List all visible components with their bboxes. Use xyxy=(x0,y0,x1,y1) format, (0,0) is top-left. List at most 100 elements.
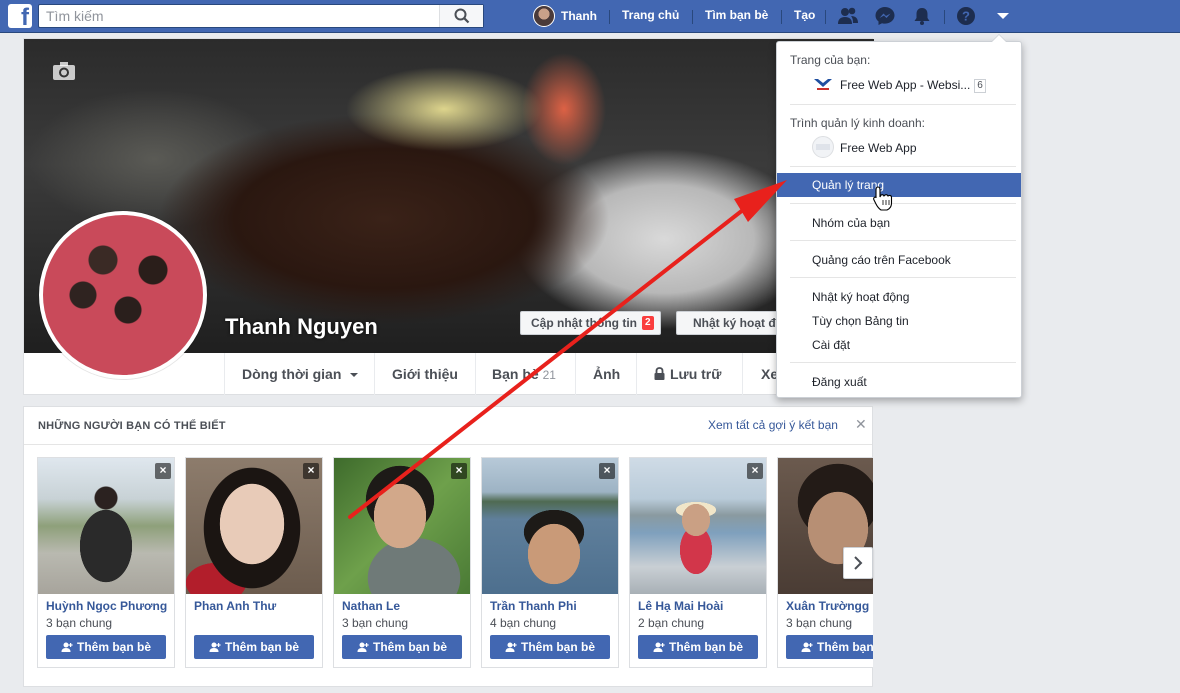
add-friend-icon xyxy=(61,642,73,652)
menu-business-item[interactable]: Free Web App xyxy=(840,141,917,155)
pymk-header: NHỮNG NGƯỜI BẠN CÓ THỂ BIẾT Xem tất cả g… xyxy=(24,407,872,445)
add-friend-button[interactable]: Thêm bạn bè xyxy=(786,635,873,659)
suggestion-photo[interactable] xyxy=(186,458,322,594)
dismiss-suggestion-icon[interactable]: × xyxy=(747,463,763,479)
svg-text:?: ? xyxy=(962,9,970,24)
search-icon xyxy=(454,8,470,24)
menu-divider xyxy=(790,203,1016,204)
add-friend-icon xyxy=(505,642,517,652)
nav-create-link[interactable]: Tạo xyxy=(794,8,815,22)
nav-divider xyxy=(781,10,782,24)
camera-icon[interactable] xyxy=(52,61,76,81)
menu-divider xyxy=(790,166,1016,167)
add-friend-button[interactable]: Thêm bạn bè xyxy=(638,635,758,659)
suggestion-name[interactable]: Huỳnh Ngọc Phương xyxy=(46,599,171,613)
page-logo-icon xyxy=(812,73,834,95)
suggestion-name[interactable]: Trần Thanh Phi xyxy=(490,599,615,613)
suggestion-name[interactable]: Phan Anh Thư xyxy=(194,599,319,613)
nav-divider xyxy=(825,10,826,24)
business-manager-heading: Trình quản lý kinh doanh: xyxy=(790,116,925,130)
add-friend-icon xyxy=(653,642,665,652)
facebook-logo-icon[interactable]: f xyxy=(8,4,32,30)
suggestion-name[interactable]: Xuân Trườngg xyxy=(786,599,873,613)
mutual-friends[interactable]: 2 bạn chung xyxy=(638,616,704,630)
menu-page-item[interactable]: Free Web App - Websi... 6 xyxy=(840,78,986,93)
add-friend-button[interactable]: Thêm bạn bè xyxy=(46,635,166,659)
people-you-may-know: NHỮNG NGƯỜI BẠN CÓ THỂ BIẾT Xem tất cả g… xyxy=(23,406,873,687)
dismiss-suggestion-icon[interactable]: × xyxy=(599,463,615,479)
suggestion-card: × Phan Anh Thư Thêm bạn bè xyxy=(185,457,323,668)
tab-about[interactable]: Giới thiệu xyxy=(392,353,458,395)
close-icon[interactable]: ✕ xyxy=(855,416,867,433)
suggestion-photo[interactable] xyxy=(334,458,470,594)
tab-about-label: Giới thiệu xyxy=(392,366,458,382)
add-friend-button[interactable]: Thêm bạn bè xyxy=(342,635,462,659)
tab-photos-label: Ảnh xyxy=(593,366,621,382)
suggestion-card: × Nathan Le 3 bạn chung Thêm bạn bè xyxy=(333,457,471,668)
suggestion-name[interactable]: Lê Hạ Mai Hoài xyxy=(638,599,763,613)
nav-find-friends-link[interactable]: Tìm bạn bè xyxy=(705,8,768,22)
search-button[interactable] xyxy=(439,5,483,27)
mutual-friends[interactable]: 3 bạn chung xyxy=(786,616,852,630)
suggestion-photo[interactable] xyxy=(630,458,766,594)
profile-header: Thanh Nguyen Cập nhật thông tin 2 Nhật k… xyxy=(23,38,874,395)
add-friend-button[interactable]: Thêm bạn bè xyxy=(490,635,610,659)
page-notification-count: 6 xyxy=(974,78,986,93)
account-menu-chevron-down-icon[interactable] xyxy=(992,6,1014,26)
tab-archive[interactable]: Lưu trữ xyxy=(654,353,721,395)
notifications-bell-icon[interactable] xyxy=(911,6,933,26)
next-suggestions-button[interactable] xyxy=(843,547,873,579)
menu-item-ads[interactable]: Quảng cáo trên Facebook xyxy=(812,253,951,267)
dismiss-suggestion-icon[interactable]: × xyxy=(451,463,467,479)
suggestion-card: × Huỳnh Ngọc Phương 3 bạn chung Thêm bạn… xyxy=(37,457,175,668)
your-pages-heading: Trang của bạn: xyxy=(790,53,871,67)
caret-down-icon xyxy=(350,373,359,377)
menu-item-activity-log[interactable]: Nhật ký hoạt động xyxy=(812,290,909,304)
add-friend-label: Thêm bạn bè xyxy=(668,640,743,654)
tab-friends[interactable]: Bạn bè 21 xyxy=(492,353,556,395)
help-icon[interactable]: ? xyxy=(955,6,977,26)
add-friend-icon xyxy=(357,642,369,652)
tab-divider xyxy=(742,353,743,395)
update-info-button[interactable]: Cập nhật thông tin 2 xyxy=(520,311,661,335)
menu-item-manage-pages[interactable]: Quản lý trang xyxy=(777,173,1021,197)
nav-home-link[interactable]: Trang chủ xyxy=(622,8,679,22)
tab-timeline[interactable]: Dòng thời gian xyxy=(242,353,359,395)
menu-item-news-feed-preferences[interactable]: Tùy chọn Bảng tin xyxy=(812,314,909,328)
friend-requests-icon[interactable] xyxy=(837,6,859,26)
suggestion-card: × Trần Thanh Phi 4 bạn chung Thêm bạn bè xyxy=(481,457,619,668)
suggestion-name[interactable]: Nathan Le xyxy=(342,599,467,613)
add-friend-button[interactable]: Thêm bạn bè xyxy=(194,635,314,659)
profile-picture[interactable] xyxy=(39,211,207,379)
see-all-suggestions-link[interactable]: Xem tất cả gợi ý kết bạn xyxy=(708,418,838,432)
suggestion-photo[interactable] xyxy=(38,458,174,594)
add-friend-icon xyxy=(801,642,813,652)
menu-item-your-groups[interactable]: Nhóm của bạn xyxy=(812,216,890,230)
add-friend-label: Thêm bạn bè xyxy=(76,640,151,654)
pymk-title: NHỮNG NGƯỜI BẠN CÓ THỂ BIẾT xyxy=(38,420,226,432)
add-friend-label: Thêm bạn bè xyxy=(372,640,447,654)
search-input[interactable] xyxy=(39,5,439,27)
suggestion-cards: × Huỳnh Ngọc Phương 3 bạn chung Thêm bạn… xyxy=(37,457,873,668)
menu-item-logout[interactable]: Đăng xuất xyxy=(812,375,867,389)
menu-divider xyxy=(790,277,1016,278)
mutual-friends[interactable]: 4 bạn chung xyxy=(490,616,556,630)
tab-friends-label: Bạn bè xyxy=(492,366,539,382)
dismiss-suggestion-icon[interactable]: × xyxy=(155,463,171,479)
update-info-label: Cập nhật thông tin xyxy=(531,316,637,330)
suggestion-photo[interactable] xyxy=(482,458,618,594)
lock-icon xyxy=(654,367,665,380)
mutual-friends[interactable]: 3 bạn chung xyxy=(46,616,112,630)
add-friend-label: Thêm bạn bè xyxy=(224,640,299,654)
mutual-friends[interactable]: 3 bạn chung xyxy=(342,616,408,630)
business-avatar-icon xyxy=(812,136,834,158)
add-friend-icon xyxy=(209,642,221,652)
profile-name[interactable]: Thanh Nguyen xyxy=(225,314,378,340)
tab-photos[interactable]: Ảnh xyxy=(593,353,620,395)
tab-divider xyxy=(575,353,576,395)
dismiss-suggestion-icon[interactable]: × xyxy=(303,463,319,479)
menu-item-settings[interactable]: Cài đặt xyxy=(812,338,850,352)
account-dropdown-menu: Trang của bạn: Free Web App - Websi... 6 … xyxy=(776,34,1022,398)
nav-user-profile[interactable]: Thanh xyxy=(533,5,597,27)
messenger-icon[interactable] xyxy=(874,6,896,26)
